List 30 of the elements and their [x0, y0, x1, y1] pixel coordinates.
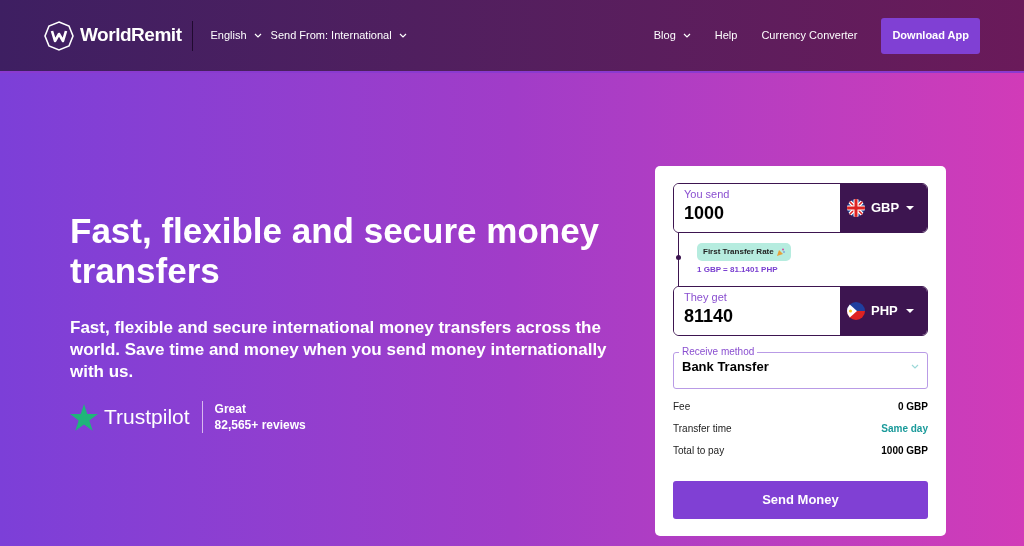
hero-title: Fast, flexible and secure money transfers — [70, 211, 601, 291]
send-money-button[interactable]: Send Money — [673, 481, 928, 519]
chevron-down-icon — [682, 33, 691, 38]
rate-badge: First Transfer Rate — [697, 243, 791, 261]
party-popper-icon — [776, 248, 785, 256]
summary-value: Same day — [881, 422, 928, 436]
nav-dropdown[interactable]: Send From: International — [270, 27, 407, 44]
receive-method-select[interactable]: Receive method Bank Transfer — [673, 347, 928, 389]
nav-link[interactable]: Help — [714, 27, 738, 44]
summary-label: Transfer time — [673, 422, 732, 436]
hero-subtitle: Fast, flexible and secure international money transfers across the world. Save time and money when you send money internationally with us. — [70, 317, 608, 383]
nav-dropdown[interactable]: English — [210, 27, 262, 44]
chevron-down-icon — [911, 364, 919, 370]
download-app-button[interactable]: Download App — [881, 17, 980, 54]
summary-value: 0 GBP — [898, 400, 928, 414]
summary-label: Total to pay — [673, 444, 725, 458]
nav-link[interactable]: Currency Converter — [761, 27, 858, 44]
field-label: Receive method — [681, 347, 756, 357]
star-icon — [70, 403, 98, 431]
nav-link[interactable]: Blog — [653, 27, 691, 44]
chevron-down-icon — [398, 33, 407, 38]
trustpilot-logo-text: Trustpilot — [104, 404, 190, 431]
summary-value: 1000 GBP — [881, 444, 928, 458]
exchange-rate: 1 GBP = 81.1401 PHP — [697, 264, 779, 276]
logo-text[interactable]: WorldRemit — [80, 21, 182, 50]
review-count: 82,565+ reviews — [214, 417, 306, 433]
chevron-down-icon — [253, 33, 262, 38]
summary-label: Fee — [673, 400, 691, 414]
logo-icon — [44, 20, 74, 51]
rating-text: Great — [214, 401, 247, 417]
